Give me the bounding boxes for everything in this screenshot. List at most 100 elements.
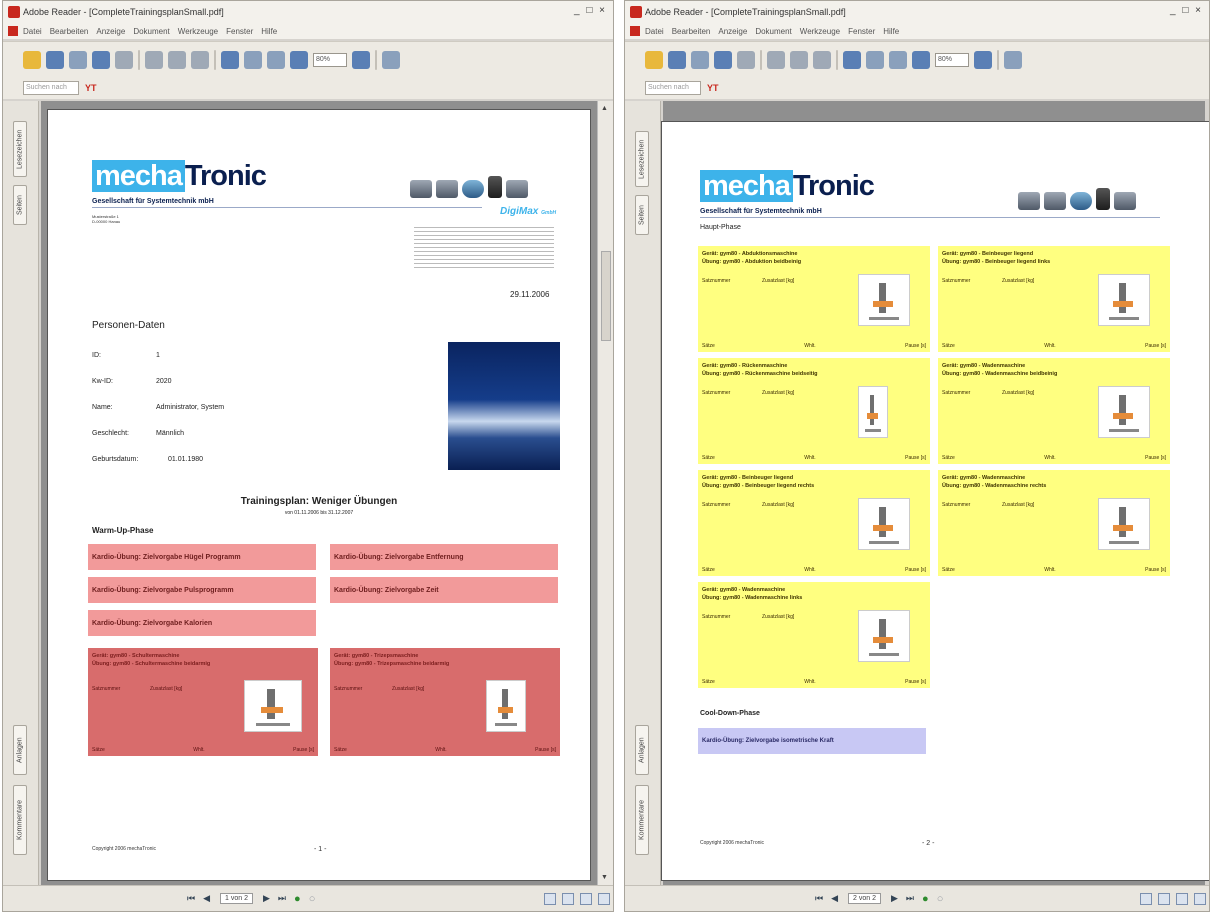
first-page-icon[interactable]: ⏮ (815, 893, 823, 904)
next-page-icon[interactable]: ▶ (891, 893, 898, 904)
menu-document[interactable]: Dokument (755, 27, 791, 36)
hand-tool-icon[interactable] (767, 50, 785, 69)
zoom-in-icon[interactable] (974, 50, 992, 69)
facing-icon[interactable] (1176, 892, 1188, 905)
scroll-up-icon[interactable]: ▲ (601, 105, 608, 112)
digimax-text: DigiMax (500, 206, 539, 217)
zoom-out-icon[interactable] (290, 50, 308, 69)
rotate-icon[interactable] (382, 50, 400, 69)
machine-photo (244, 680, 302, 732)
menu-window[interactable]: Fenster (226, 27, 253, 36)
fit-page-icon[interactable] (244, 50, 262, 69)
prev-page-icon[interactable]: ◀ (831, 893, 838, 904)
reader-window-left: Adobe Reader - [CompleteTrainingsplanSma… (2, 0, 614, 912)
email-icon[interactable] (714, 50, 732, 69)
select-tool-icon[interactable] (168, 50, 186, 69)
zoom-tool-icon[interactable] (221, 50, 239, 69)
window-controls[interactable]: _ □ × (1170, 5, 1203, 16)
tab-attachments[interactable]: Anlagen (635, 725, 649, 775)
hand-tool-icon[interactable] (145, 50, 163, 69)
tab-comments[interactable]: Kommentare (13, 785, 27, 855)
title-bar[interactable]: Adobe Reader - [CompleteTrainingsplanSma… (3, 1, 613, 23)
save-icon[interactable] (668, 50, 686, 69)
continuous-icon[interactable] (562, 892, 574, 905)
exercise-card-calf-right: Gerät: gym80 - Wadenmaschine Übung: gym8… (938, 470, 1170, 576)
select-tool-icon[interactable] (790, 50, 808, 69)
rotate-icon[interactable] (1004, 50, 1022, 69)
tab-pages[interactable]: Seiten (13, 185, 27, 225)
tab-pages[interactable]: Seiten (635, 195, 649, 235)
last-page-icon[interactable]: ⏭ (278, 893, 286, 904)
menu-tools[interactable]: Werkzeuge (178, 27, 218, 36)
search-icon[interactable] (115, 50, 133, 69)
email-icon[interactable] (92, 50, 110, 69)
back-icon[interactable]: ● (294, 893, 301, 905)
card-sets-label: Satznummer (702, 502, 731, 508)
digimax-logo: DigiMax GmbH (500, 206, 556, 217)
scroll-down-icon[interactable]: ▼ (601, 874, 608, 881)
prev-page-icon[interactable]: ◀ (203, 893, 210, 904)
page-indicator[interactable]: 1 von 2 (220, 893, 253, 904)
continuous-facing-icon[interactable] (598, 892, 610, 905)
forward-icon[interactable]: ○ (937, 893, 944, 905)
zoom-level-field[interactable]: 80% (935, 52, 969, 67)
find-input[interactable]: Suchen nach (645, 81, 701, 95)
zoom-tool-icon[interactable] (843, 50, 861, 69)
facing-icon[interactable] (580, 892, 592, 905)
title-bar[interactable]: Adobe Reader - [CompleteTrainingsplanSma… (625, 1, 1209, 23)
single-page-icon[interactable] (544, 892, 556, 905)
menu-edit[interactable]: Bearbeiten (672, 27, 711, 36)
vertical-scrollbar[interactable]: ▲ ▼ (597, 101, 613, 885)
single-page-icon[interactable] (1140, 892, 1152, 905)
zoom-level-field[interactable]: 80% (313, 52, 347, 67)
zoom-in-icon[interactable] (352, 50, 370, 69)
menu-help[interactable]: Hilfe (261, 27, 277, 36)
search-icon[interactable] (737, 50, 755, 69)
back-icon[interactable]: ● (922, 893, 929, 905)
find-options-icon[interactable]: YT (85, 83, 97, 93)
print-icon[interactable] (691, 50, 709, 69)
last-page-icon[interactable]: ⏭ (906, 893, 914, 904)
menu-edit[interactable]: Bearbeiten (50, 27, 89, 36)
next-page-icon[interactable]: ▶ (263, 893, 270, 904)
menu-file[interactable]: Datei (645, 27, 664, 36)
document-area[interactable]: mecha Tronic Gesellschaft für Systemtechn… (41, 101, 597, 885)
menu-file[interactable]: Datei (23, 27, 42, 36)
card-footer-pause: Pause [s] (535, 747, 556, 753)
document-area[interactable]: mecha Tronic Gesellschaft für Systemtechn… (661, 101, 1209, 885)
snapshot-icon[interactable] (191, 50, 209, 69)
forward-icon[interactable]: ○ (309, 893, 316, 905)
print-icon[interactable] (69, 50, 87, 69)
fit-width-icon[interactable] (267, 50, 285, 69)
scroll-thumb[interactable] (601, 251, 611, 341)
first-page-icon[interactable]: ⏮ (187, 893, 195, 904)
exercise-card-shoulder: Gerät: gym80 - Schultermaschine Übung: g… (88, 648, 318, 756)
save-icon[interactable] (46, 50, 64, 69)
card-weight-label: Zusatzlast [kg] (1002, 502, 1035, 508)
find-input[interactable]: Suchen nach (23, 81, 79, 95)
personal-data-header: Personen-Daten (92, 320, 165, 331)
menu-help[interactable]: Hilfe (883, 27, 899, 36)
menu-tools[interactable]: Werkzeuge (800, 27, 840, 36)
open-icon[interactable] (23, 50, 41, 69)
continuous-facing-icon[interactable] (1194, 892, 1206, 905)
zoom-out-icon[interactable] (912, 50, 930, 69)
snapshot-icon[interactable] (813, 50, 831, 69)
menu-view[interactable]: Anzeige (718, 27, 747, 36)
tab-attachments[interactable]: Anlagen (13, 725, 27, 775)
page-indicator[interactable]: 2 von 2 (848, 893, 881, 904)
continuous-icon[interactable] (1158, 892, 1170, 905)
page-footer-copyright: Copyright 2006 mechaTronic (700, 840, 765, 846)
fit-page-icon[interactable] (866, 50, 884, 69)
open-icon[interactable] (645, 50, 663, 69)
tab-bookmarks[interactable]: Lesezeichen (635, 131, 649, 187)
menu-document[interactable]: Dokument (133, 27, 169, 36)
document-icon (630, 26, 640, 36)
find-options-icon[interactable]: YT (707, 83, 719, 93)
fit-width-icon[interactable] (889, 50, 907, 69)
tab-bookmarks[interactable]: Lesezeichen (13, 121, 27, 177)
menu-window[interactable]: Fenster (848, 27, 875, 36)
tab-comments[interactable]: Kommentare (635, 785, 649, 855)
menu-view[interactable]: Anzeige (96, 27, 125, 36)
window-controls[interactable]: _ □ × (574, 5, 607, 16)
